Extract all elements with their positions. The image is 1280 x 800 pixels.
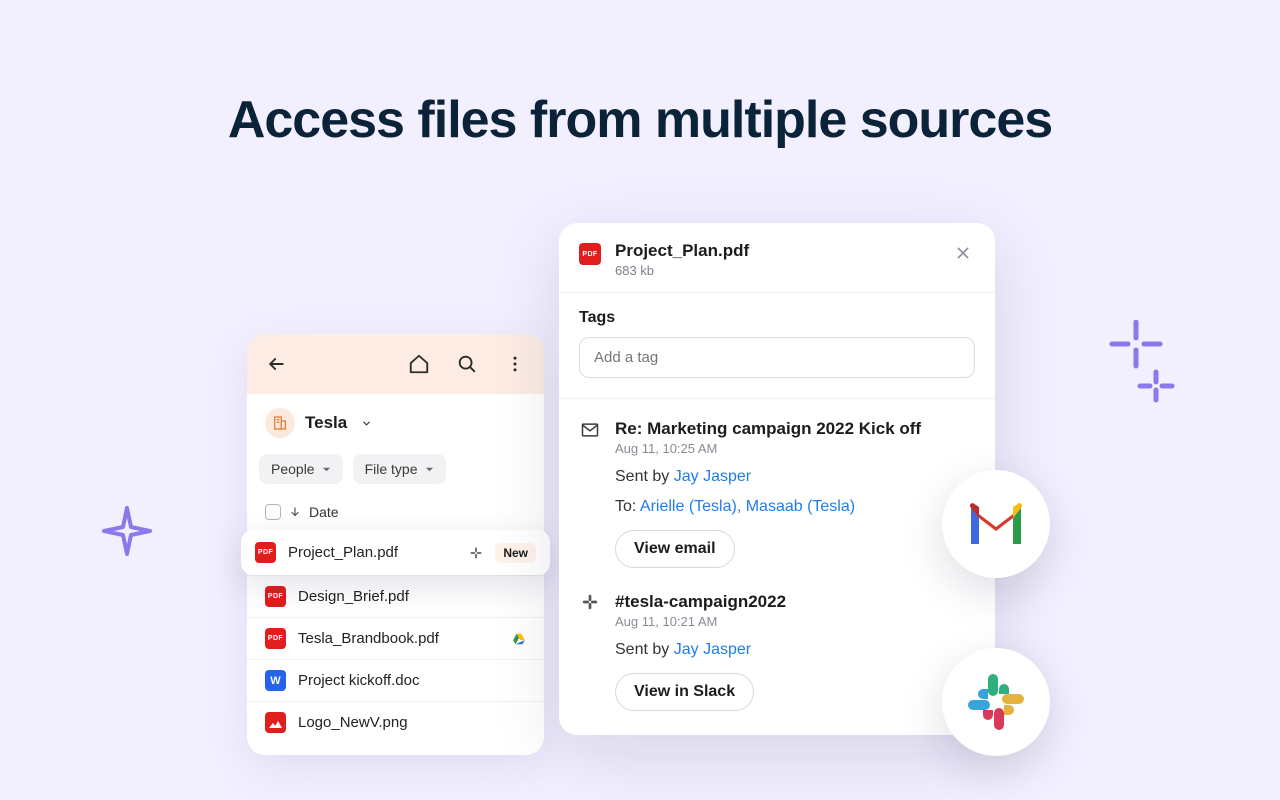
close-button[interactable] (951, 241, 975, 270)
workspace-name: Tesla (305, 413, 347, 433)
file-name: Project_Plan.pdf (288, 544, 457, 561)
filter-label: File type (365, 461, 418, 477)
file-list: PDF Project_Plan.pdf New PDF Design_Brie… (247, 530, 544, 755)
sender-link[interactable]: Jay Jasper (674, 641, 751, 658)
panel-toolbar (247, 334, 544, 394)
chevron-down-icon (361, 418, 372, 429)
sent-by-label: Sent by (615, 641, 669, 658)
view-email-button[interactable]: View email (615, 530, 735, 568)
gdrive-icon (512, 632, 526, 646)
back-button[interactable] (265, 353, 287, 375)
tags-label: Tags (579, 309, 975, 327)
search-button[interactable] (456, 353, 478, 375)
to-line: To: Arielle (Tesla), Masaab (Tesla) (615, 498, 975, 516)
sender-link[interactable]: Jay Jasper (674, 468, 751, 485)
file-size: 683 kb (615, 263, 749, 278)
file-row[interactable]: Logo_NewV.png (247, 701, 544, 743)
filters: People File type (247, 446, 544, 498)
home-button[interactable] (408, 353, 430, 375)
gmail-icon (965, 500, 1027, 548)
to-label: To: (615, 498, 636, 515)
file-name: Logo_NewV.png (298, 714, 526, 731)
pdf-icon: PDF (265, 628, 286, 649)
slack-badge (942, 648, 1050, 756)
source-title: Re: Marketing campaign 2022 Kick off (615, 419, 975, 439)
people-filter[interactable]: People (259, 454, 343, 484)
slack-icon (579, 592, 601, 711)
pdf-icon: PDF (255, 542, 276, 563)
date-column[interactable]: Date (309, 504, 339, 520)
pdf-icon: PDF (265, 586, 286, 607)
file-name: Design_Brief.pdf (298, 588, 526, 605)
file-name: Tesla_Brandbook.pdf (298, 630, 494, 647)
view-slack-button[interactable]: View in Slack (615, 673, 754, 711)
slack-icon (469, 546, 483, 560)
sent-by-line: Sent by Jay Jasper (615, 468, 975, 486)
doc-icon: W (265, 670, 286, 691)
list-header: Date (247, 498, 544, 530)
filetype-filter[interactable]: File type (353, 454, 446, 484)
detail-header: PDF Project_Plan.pdf 683 kb (559, 223, 995, 293)
file-detail-panel: PDF Project_Plan.pdf 683 kb Tags Re: Mar… (559, 223, 995, 735)
caret-down-icon (322, 465, 331, 474)
source-time: Aug 11, 10:25 AM (615, 441, 975, 456)
sort-arrow-icon[interactable] (289, 506, 301, 518)
file-row[interactable]: PDF Tesla_Brandbook.pdf (247, 617, 544, 659)
source-time: Aug 11, 10:21 AM (615, 614, 975, 629)
detail-title: Project_Plan.pdf (615, 241, 749, 261)
slack-icon (964, 670, 1028, 734)
sent-by-line: Sent by Jay Jasper (615, 641, 975, 659)
sparkle-icon (1106, 320, 1176, 410)
gmail-badge (942, 470, 1050, 578)
source-slack: #tesla-campaign2022 Aug 11, 10:21 AM Sen… (559, 572, 995, 715)
sparkle-icon (100, 504, 154, 558)
file-list-panel: Tesla People File type Date PDF Project_… (247, 334, 544, 755)
tags-section: Tags (559, 293, 995, 399)
recipients-link[interactable]: Arielle (Tesla), Masaab (Tesla) (640, 498, 855, 515)
building-icon (265, 408, 295, 438)
new-badge: New (495, 543, 536, 563)
tag-input[interactable] (579, 337, 975, 378)
headline: Access files from multiple sources (0, 0, 1280, 150)
workspace-selector[interactable]: Tesla (247, 394, 544, 446)
file-row[interactable]: W Project kickoff.doc (247, 659, 544, 701)
source-title: #tesla-campaign2022 (615, 592, 975, 612)
select-all-checkbox[interactable] (265, 504, 281, 520)
image-icon (265, 712, 286, 733)
source-email: Re: Marketing campaign 2022 Kick off Aug… (559, 399, 995, 572)
file-name: Project kickoff.doc (298, 672, 526, 689)
mail-icon (579, 419, 601, 568)
pdf-icon: PDF (579, 243, 601, 265)
more-button[interactable] (504, 353, 526, 375)
file-row[interactable]: PDF Design_Brief.pdf (247, 575, 544, 617)
filter-label: People (271, 461, 315, 477)
sent-by-label: Sent by (615, 468, 669, 485)
caret-down-icon (425, 465, 434, 474)
file-row[interactable]: PDF Project_Plan.pdf New (241, 530, 550, 575)
